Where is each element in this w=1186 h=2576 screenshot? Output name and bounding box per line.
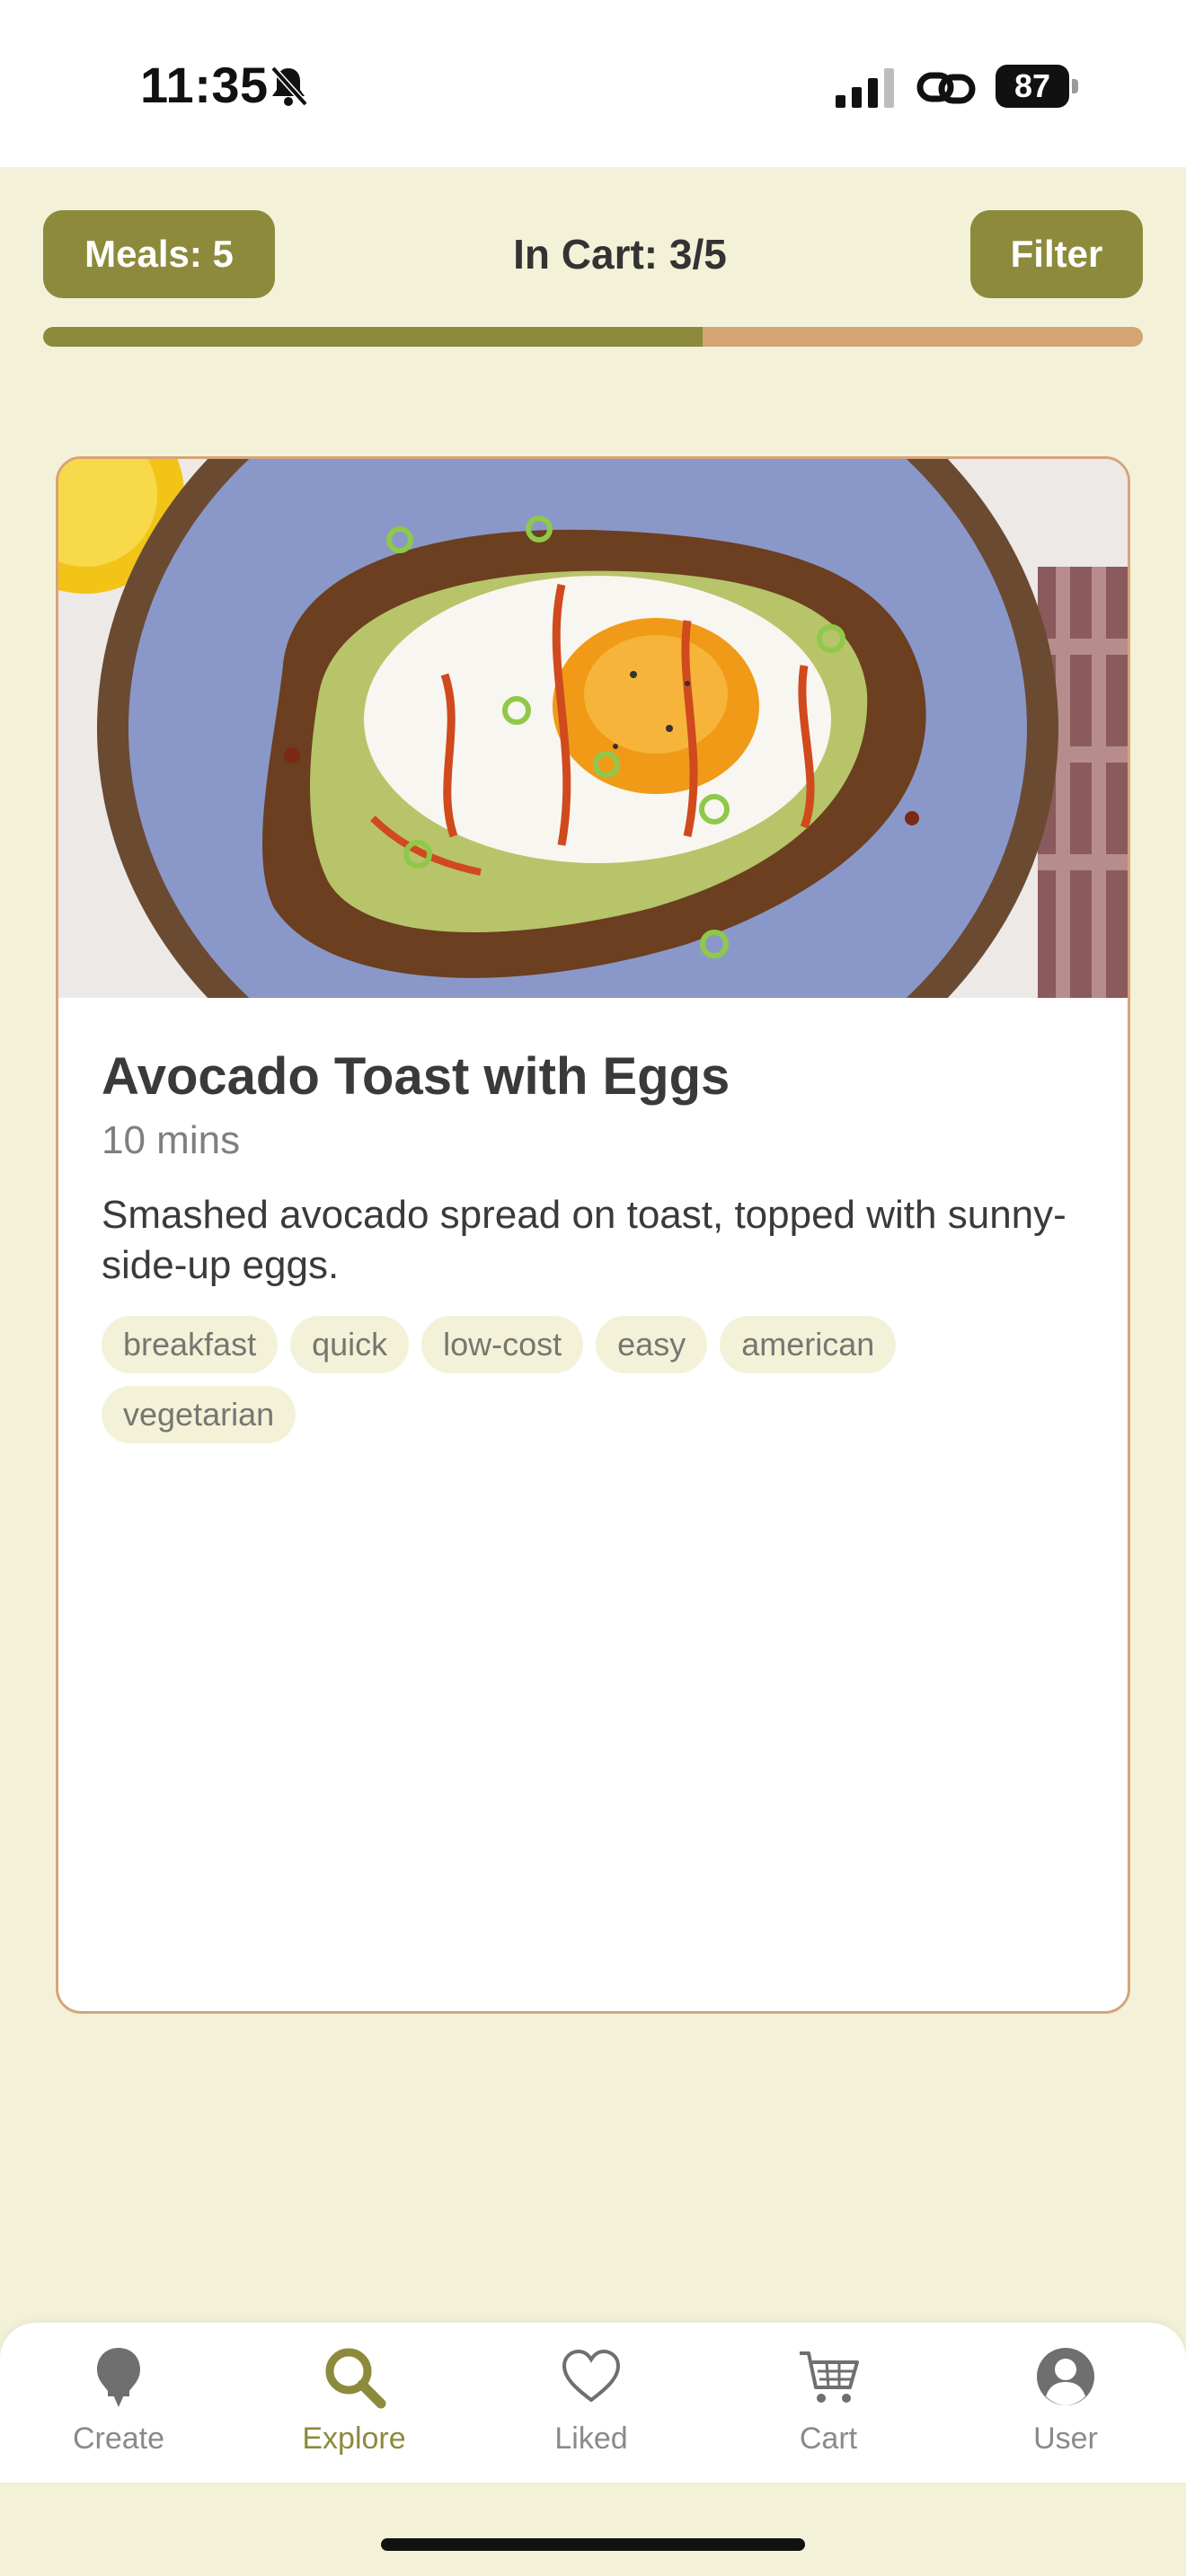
meal-prep-time: 10 mins	[102, 1118, 241, 1162]
tab-user-label: User	[1033, 2422, 1098, 2456]
search-icon	[325, 2348, 386, 2409]
lightbulb-icon	[97, 2348, 140, 2407]
bell-muted-icon	[270, 66, 308, 107]
tag-easy: easy	[596, 1316, 708, 1373]
bottom-tab-bar: Create Explore Liked Cart User	[0, 2323, 1186, 2483]
avocado-toast-photo	[58, 459, 1128, 998]
battery-level: 87	[996, 65, 1069, 108]
tab-create[interactable]: Create	[29, 2323, 208, 2483]
status-time: 11:35	[140, 57, 269, 113]
tab-cart[interactable]: Cart	[739, 2323, 918, 2483]
filter-button[interactable]: Filter	[970, 210, 1143, 298]
user-icon	[1037, 2348, 1094, 2405]
home-indicator	[381, 2538, 805, 2551]
meal-description: Smashed avocado spread on toast, topped …	[102, 1193, 1067, 1287]
meals-count-button[interactable]: Meals: 5	[43, 210, 275, 298]
tag-low-cost: low-cost	[421, 1316, 584, 1373]
tag-breakfast: breakfast	[102, 1316, 279, 1373]
tab-user[interactable]: User	[976, 2323, 1155, 2483]
tab-explore-label: Explore	[302, 2422, 406, 2456]
heart-icon	[562, 2349, 621, 2403]
tab-liked-label: Liked	[554, 2422, 628, 2456]
cart-progress-bar	[43, 327, 1143, 347]
link-icon	[916, 72, 976, 104]
cart-progress-fill	[43, 327, 704, 347]
tag-vegetarian: vegetarian	[102, 1386, 296, 1443]
tab-cart-label: Cart	[799, 2422, 858, 2456]
battery-indicator: 87	[996, 65, 1078, 108]
signal-icon	[836, 68, 894, 108]
meal-title: Avocado Toast with Eggs	[102, 1047, 730, 1106]
tab-liked[interactable]: Liked	[501, 2323, 681, 2483]
cart-icon	[800, 2351, 859, 2403]
battery-cap	[1072, 79, 1078, 93]
meal-tags: breakfast quick low-cost easy american v…	[102, 1316, 1090, 1443]
tab-create-label: Create	[72, 2422, 165, 2456]
cart-count-label: In Cart: 3/5	[513, 231, 727, 278]
tag-quick: quick	[290, 1316, 410, 1373]
status-bar: 11:35 87	[0, 0, 1186, 167]
tab-explore[interactable]: Explore	[264, 2323, 444, 2483]
meal-card[interactable]: Avocado Toast with Eggs 10 mins Smashed …	[56, 456, 1130, 2014]
tag-american: american	[720, 1316, 897, 1373]
